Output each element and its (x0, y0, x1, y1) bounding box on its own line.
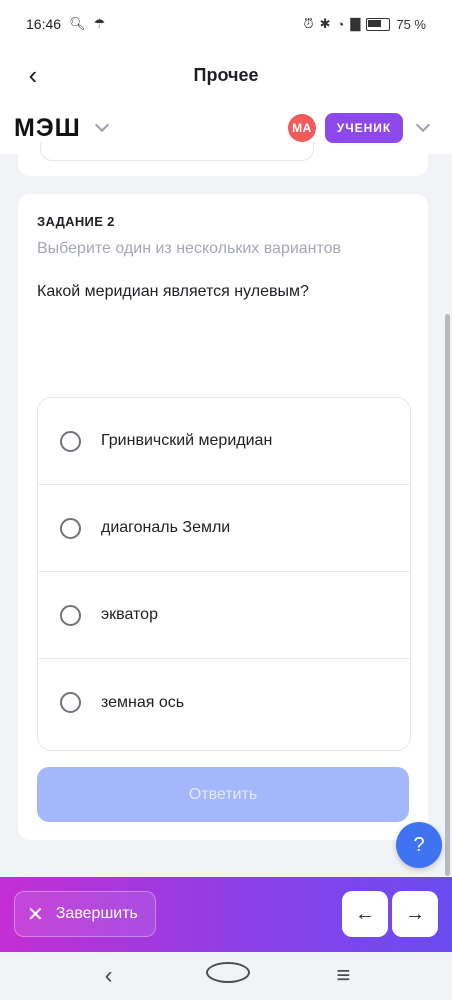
next-task-button[interactable]: → (392, 891, 438, 937)
arrow-left-icon: ← (355, 902, 375, 925)
app-header: ‹ Прочее (0, 48, 452, 102)
search-icon: 🔍︎ (69, 16, 86, 31)
bluetooth-icon: ✱ (319, 16, 331, 31)
option-label: экватор (101, 606, 158, 623)
task-question: Какой меридиан является нулевым? (37, 283, 309, 300)
battery-level: 75 % (396, 16, 426, 32)
radio-button[interactable] (60, 517, 81, 539)
role-badge[interactable]: УЧЕНИК (325, 113, 403, 143)
menu-icon[interactable]: ≡ (323, 962, 363, 990)
option-label: диагональ Земли (101, 519, 231, 536)
arrow-right-icon: → (405, 902, 425, 925)
help-button[interactable]: ? (396, 822, 442, 868)
status-time: 16:46 (26, 16, 62, 32)
battery-icon (366, 17, 391, 31)
back-icon[interactable]: ‹ (89, 962, 129, 990)
bottom-action-bar: ✕ Завершить ← → (0, 877, 452, 952)
alarm-icon: ⏰︎ (303, 16, 314, 31)
previous-task-field (40, 142, 314, 161)
answer-option[interactable]: диагональ Земли (38, 485, 410, 572)
task-instruction: Выберите один из нескольких вариантов (37, 240, 342, 257)
previous-task-button[interactable]: ← (342, 891, 388, 937)
option-label: земная ось (101, 693, 185, 711)
radio-button[interactable] (60, 604, 81, 626)
chevron-down-icon[interactable] (94, 117, 109, 133)
scrollbar[interactable] (445, 314, 450, 876)
radio-button[interactable] (60, 692, 81, 713)
logo[interactable]: МЭШ (14, 114, 81, 143)
signal-icon: ▇ (350, 16, 361, 31)
chevron-down-icon[interactable] (415, 117, 431, 133)
finish-button[interactable]: ✕ Завершить (14, 891, 156, 937)
status-bar: 16:46 🔍︎ ☂ ⏰︎ ✱ ◔ ▇ 75 % (0, 0, 452, 48)
umbrella-icon: ☂ (93, 16, 106, 31)
answer-options: Гринвичский меридиан диагональ Земли экв… (37, 397, 411, 751)
finish-label: Завершить (55, 905, 138, 922)
wifi-icon: ◔ (336, 16, 345, 32)
page-title: Прочее (193, 64, 259, 85)
task-card: ЗАДАНИЕ 2 Выберите один из нескольких ва… (18, 194, 428, 840)
submit-answer-button[interactable]: Ответить (37, 767, 409, 822)
close-icon: ✕ (27, 903, 44, 926)
task-number: ЗАДАНИЕ 2 (37, 214, 115, 229)
chevron-left-icon[interactable]: ‹ (18, 60, 48, 91)
system-navigation: ‹ ≡ (0, 952, 452, 1000)
previous-task-card (18, 142, 428, 176)
option-label: Гринвичский меридиан (101, 432, 273, 449)
home-icon[interactable] (205, 962, 250, 990)
radio-button[interactable] (60, 430, 81, 452)
avatar[interactable]: МА (288, 114, 316, 142)
answer-option[interactable]: Гринвичский меридиан (38, 398, 410, 485)
answer-option[interactable]: земная ось (38, 659, 410, 746)
answer-option[interactable]: экватор (38, 572, 410, 659)
